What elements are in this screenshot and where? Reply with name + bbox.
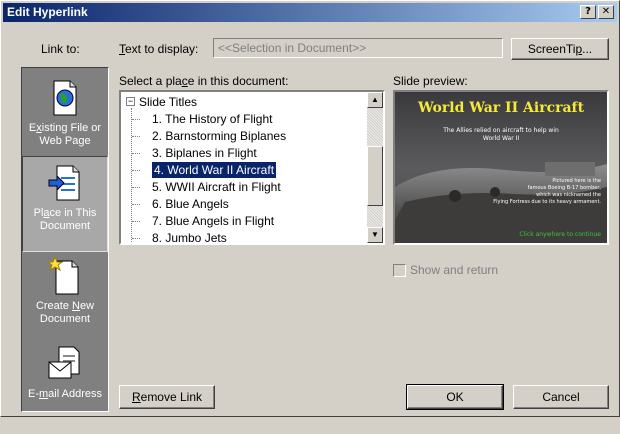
- collapse-icon[interactable]: −: [126, 97, 135, 106]
- slide-note-line2: famous Boeing B-17 bomber,: [528, 185, 602, 191]
- slide-note-line4: Flying Fortress due to its heavy armamen…: [493, 199, 601, 205]
- slide-note-line3: which was nicknamed the: [536, 192, 601, 198]
- remove-link-button[interactable]: Remove Link: [119, 385, 215, 409]
- tree-item[interactable]: 7. Blue Angels in Flight: [152, 213, 274, 229]
- window-title: Edit Hyperlink: [7, 5, 88, 19]
- tree-item[interactable]: 2. Barnstorming Biplanes: [152, 128, 286, 144]
- show-and-return-option: Show and return: [393, 263, 498, 277]
- scroll-thumb[interactable]: [367, 146, 383, 206]
- slide-footer-text: Click anywhere to continue: [519, 231, 601, 238]
- new-document-icon: [46, 256, 79, 295]
- place-in-document-label: Select a place in this document:: [119, 74, 289, 88]
- help-button[interactable]: ?: [580, 5, 596, 19]
- tree-item-selected[interactable]: 4. World War II Aircraft: [150, 161, 278, 179]
- tree-item[interactable]: 1. The History of Flight: [152, 111, 273, 127]
- title-bar[interactable]: Edit Hyperlink ? ✕: [3, 3, 617, 22]
- slide-caption-line1: The Allies relied on aircraft to help wi…: [442, 127, 559, 134]
- link-existing-file-button[interactable]: Existing File or Web Page: [22, 72, 108, 168]
- tree-item[interactable]: 6. Blue Angels: [152, 196, 229, 212]
- cancel-button[interactable]: Cancel: [513, 385, 609, 409]
- arrow-document-icon: [48, 165, 80, 201]
- edit-hyperlink-dialog: Edit Hyperlink ? ✕ Link to: Existing Fil…: [0, 0, 620, 417]
- text-to-display-label: Text to display:: [119, 42, 199, 56]
- slide-preview-label: Slide preview:: [393, 74, 468, 88]
- close-button[interactable]: ✕: [598, 5, 614, 19]
- link-email-address-button[interactable]: E-mail Address: [22, 338, 108, 434]
- show-and-return-label: Show and return: [410, 263, 499, 277]
- globe-document-icon: [53, 80, 77, 116]
- show-and-return-checkbox[interactable]: [393, 263, 406, 277]
- link-place-in-document-button[interactable]: Place in This Document: [22, 156, 108, 252]
- tree-root[interactable]: Slide Titles: [139, 94, 197, 110]
- slide-title-text: World War II Aircraft: [417, 100, 585, 116]
- scroll-down-icon[interactable]: ▼: [367, 227, 383, 243]
- link-create-new-document-button[interactable]: Create New Document: [22, 250, 108, 346]
- tree-item[interactable]: 5. WWII Aircraft in Flight: [152, 179, 281, 195]
- screentip-button[interactable]: ScreenTip...: [511, 38, 609, 60]
- tree-scrollbar[interactable]: ▲ ▼: [367, 92, 383, 243]
- slide-tree[interactable]: − Slide Titles 1. The History of Flight …: [119, 90, 385, 245]
- scroll-up-icon[interactable]: ▲: [367, 92, 383, 108]
- slide-preview-image: World War II Aircraft The Allies relied …: [395, 92, 607, 243]
- link-to-label: Link to:: [41, 42, 80, 56]
- slide-caption-line2: World War II: [483, 135, 519, 142]
- envelope-icon: [48, 346, 80, 379]
- slide-note-line1: Pictured here is the: [552, 178, 601, 184]
- tree-item[interactable]: 8. Jumbo Jets: [152, 230, 227, 243]
- text-to-display-input[interactable]: <<Selection in Document>>: [213, 38, 503, 58]
- ok-button[interactable]: OK: [406, 384, 504, 410]
- link-to-bar: Existing File or Web Page Place in This …: [21, 67, 109, 412]
- slide-preview: World War II Aircraft The Allies relied …: [393, 90, 609, 245]
- tree-item[interactable]: 3. Biplanes in Flight: [152, 145, 257, 161]
